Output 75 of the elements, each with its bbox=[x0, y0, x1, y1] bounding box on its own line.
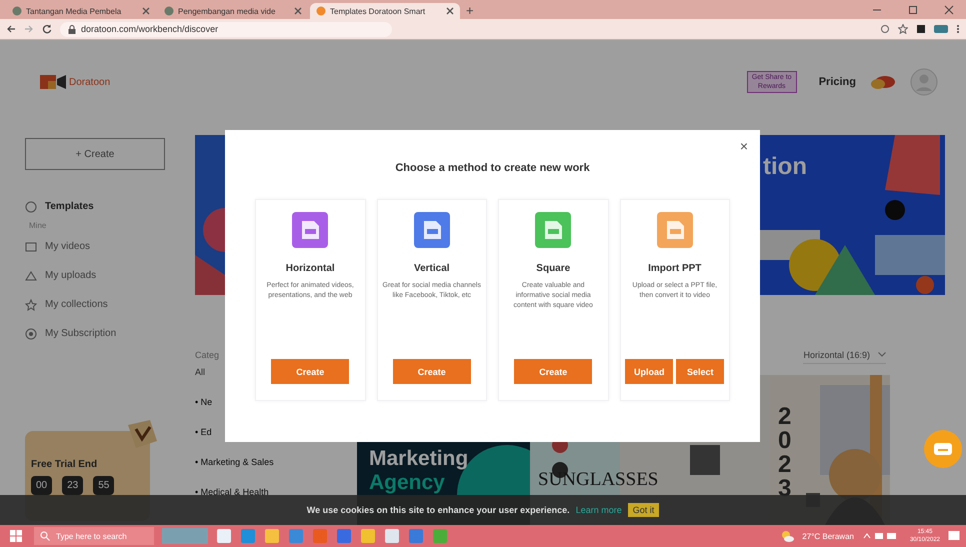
close-icon[interactable] bbox=[944, 4, 954, 14]
dialog-title: Choose a method to create new work bbox=[394, 162, 591, 174]
countdown-digit: 23 bbox=[62, 476, 84, 495]
reload-icon[interactable] bbox=[42, 24, 52, 34]
app-icon[interactable] bbox=[360, 528, 376, 544]
template-title: Marketing bbox=[369, 447, 468, 471]
back-arrow-icon[interactable] bbox=[6, 24, 16, 34]
sidebar-item[interactable]: My Subscription bbox=[25, 319, 170, 348]
star-icon bbox=[25, 298, 37, 310]
kebab-menu-icon[interactable] bbox=[956, 24, 960, 34]
tab-title: Tantangan Media Pembela bbox=[26, 6, 122, 16]
pricing-link[interactable]: Pricing bbox=[818, 76, 856, 88]
forward-arrow-icon[interactable] bbox=[24, 24, 34, 34]
section-heading: Mine bbox=[29, 221, 48, 230]
browser-tab[interactable]: Tantangan Media Pembela bbox=[6, 3, 156, 19]
maximize-icon[interactable] bbox=[908, 4, 918, 14]
sidebar-item[interactable]: Templates bbox=[25, 192, 170, 221]
option-title: Import PPT bbox=[648, 263, 702, 274]
option-title: Square bbox=[536, 263, 570, 274]
sidebar-item[interactable]: My collections bbox=[25, 290, 170, 319]
ratio-dropdown[interactable]: Horizontal (16:9) bbox=[803, 346, 886, 364]
sidebar-item[interactable]: My videos bbox=[25, 232, 170, 261]
notification-icon[interactable] bbox=[948, 530, 960, 542]
close-button[interactable]: × bbox=[738, 136, 750, 156]
upload-icon bbox=[25, 270, 37, 282]
close-icon[interactable] bbox=[294, 7, 302, 15]
address-field[interactable]: doratoon.com/workbench/discover bbox=[60, 22, 392, 36]
video-icon bbox=[25, 240, 37, 252]
close-icon[interactable] bbox=[142, 7, 150, 15]
weather-text: 27°C Berawan bbox=[802, 532, 854, 540]
trial-title: Free Trial End bbox=[31, 459, 98, 470]
browser-tab[interactable]: Templates Doratoon Smart bbox=[310, 3, 460, 19]
lock-icon bbox=[68, 24, 76, 34]
logo-icon bbox=[40, 73, 66, 91]
globe-icon bbox=[12, 6, 22, 16]
globe-icon bbox=[164, 6, 174, 16]
weather-icon bbox=[780, 529, 794, 543]
template-icon bbox=[25, 200, 37, 212]
globe-icon bbox=[316, 6, 326, 16]
chat-icon[interactable] bbox=[923, 429, 963, 469]
option-title: Vertical bbox=[414, 263, 450, 274]
taskbar-search-field[interactable]: Type here to search bbox=[34, 527, 154, 545]
option-title: Horizontal bbox=[286, 263, 335, 274]
app-icon[interactable] bbox=[264, 528, 280, 544]
document-icon bbox=[414, 212, 450, 248]
template-subtitle: Agency bbox=[369, 471, 445, 495]
app-icon[interactable] bbox=[216, 528, 232, 544]
search-icon bbox=[40, 531, 50, 541]
app-icon[interactable] bbox=[384, 528, 400, 544]
chevron-down-icon bbox=[878, 352, 886, 357]
countdown-digit: 55 bbox=[93, 476, 114, 495]
logo-text: Doratoon bbox=[69, 76, 110, 88]
sidebar-item[interactable]: My uploads bbox=[25, 261, 170, 290]
tab-title: Pengembangan media vide bbox=[178, 6, 276, 16]
subscription-icon bbox=[25, 328, 37, 340]
category-item[interactable]: • Marketing & Sales bbox=[195, 457, 357, 487]
action-button[interactable]: Create bbox=[271, 359, 350, 384]
document-icon bbox=[656, 212, 693, 248]
star-icon[interactable] bbox=[898, 24, 908, 34]
banner-title: tion bbox=[763, 153, 807, 181]
extension-icon[interactable] bbox=[916, 24, 926, 34]
tab-title: Templates Doratoon Smart bbox=[330, 6, 426, 16]
document-icon bbox=[535, 212, 572, 248]
windows-start-icon[interactable] bbox=[10, 530, 22, 542]
cookie-message: We use cookies on this site to enhance your user experience. bbox=[306, 505, 570, 515]
new-tab-button[interactable]: + bbox=[462, 3, 478, 19]
close-icon[interactable] bbox=[446, 7, 454, 15]
action-button[interactable]: Create bbox=[514, 359, 592, 384]
countdown-digit: 00 bbox=[31, 476, 52, 495]
category-label: Categ bbox=[195, 350, 220, 360]
create-button[interactable]: + Create bbox=[25, 138, 165, 170]
action-button[interactable]: Create bbox=[392, 359, 471, 384]
template-title: 2023 bbox=[778, 405, 792, 501]
document-icon bbox=[292, 212, 328, 248]
browser-tab[interactable]: Pengembangan media vide bbox=[158, 3, 308, 19]
